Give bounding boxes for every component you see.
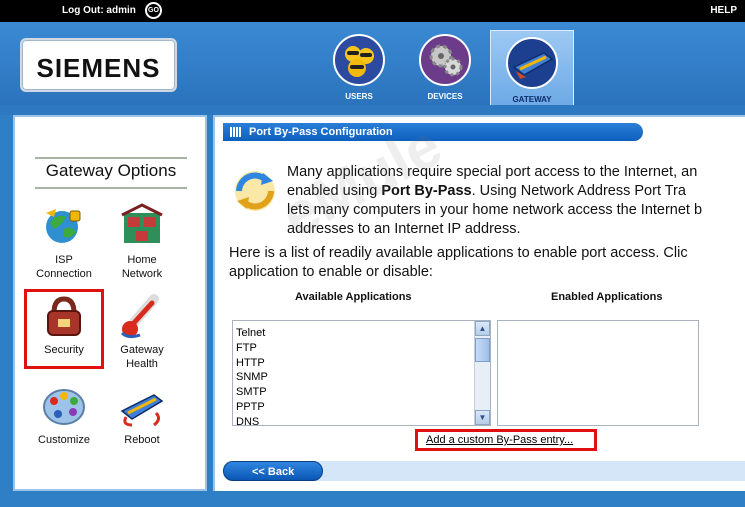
sidebar-item-security[interactable]: Security: [27, 293, 101, 357]
brand-name: SIEMENS: [36, 53, 161, 83]
available-applications-header: Available Applications: [295, 291, 412, 303]
tab-devices[interactable]: DEVICES: [406, 32, 484, 102]
section-title: Port By-Pass Configuration: [249, 126, 393, 138]
brand-logo: SIEMENS: [20, 38, 177, 92]
port-bypass-term: Port By-Pass: [381, 183, 472, 199]
gateway-icon: [506, 37, 558, 89]
app-list-item[interactable]: DNS: [236, 415, 268, 430]
isp-connection-icon: [40, 203, 88, 251]
app-list-item[interactable]: SMTP: [236, 385, 268, 400]
intro-text-line: lets many computers in your home network…: [287, 202, 703, 218]
list-intro-line: Here is a list of readily available appl…: [229, 245, 688, 261]
sidebar-item-home-network[interactable]: Home Network: [105, 203, 179, 281]
back-button[interactable]: << Back: [223, 461, 323, 481]
header: SIEMENS USERS DEVICES GATEWAY: [0, 22, 745, 110]
scroll-thumb[interactable]: [475, 338, 490, 362]
tab-users-label: USERS: [345, 92, 373, 101]
sidebar-item-label: Health: [126, 358, 158, 370]
main-content: Port By-Pass Configuration Many applicat…: [213, 115, 745, 491]
app-list-item[interactable]: Telnet: [236, 326, 268, 341]
reboot-icon: [118, 383, 166, 431]
intro-text-line: Many applications require special port a…: [287, 164, 698, 180]
devices-icon: [419, 34, 471, 86]
header-stripe: [0, 105, 745, 115]
port-bypass-icon: [229, 169, 281, 213]
users-icon: [333, 34, 385, 86]
sidebar-item-label: Network: [121, 268, 163, 280]
top-bar: Log Out: admin GO HELP: [0, 0, 745, 22]
sidebar-item-isp-connection[interactable]: ISP Connection: [27, 203, 101, 281]
section-title-bar: Port By-Pass Configuration: [223, 123, 643, 141]
home-network-icon: [118, 203, 166, 251]
logout-text[interactable]: Log Out: admin: [62, 5, 136, 16]
available-apps: Telnet FTP HTTP SNMP SMTP PPTP DNS: [236, 326, 268, 430]
tab-devices-label: DEVICES: [427, 92, 463, 101]
scroll-down-icon[interactable]: ▼: [475, 410, 490, 425]
list-scrollbar[interactable]: ▲ ▼: [474, 321, 490, 425]
sidebar-item-label: Customize: [38, 434, 90, 446]
sidebar-item-label: Gateway: [120, 344, 164, 356]
list-intro-line: application to enable or disable:: [229, 264, 433, 280]
available-applications-list[interactable]: Telnet FTP HTTP SNMP SMTP PPTP DNS ▲ ▼: [232, 320, 491, 428]
go-button[interactable]: GO: [145, 2, 162, 19]
bars-icon: [230, 127, 242, 137]
sidebar-item-customize[interactable]: Customize: [27, 383, 101, 447]
help-link[interactable]: HELP: [710, 5, 737, 16]
sidebar-item-label: Home: [127, 254, 157, 266]
tab-users[interactable]: USERS: [320, 32, 398, 102]
tab-gateway-label: GATEWAY: [512, 95, 552, 104]
app-list-item[interactable]: HTTP: [236, 356, 268, 371]
add-custom-bypass-link[interactable]: Add a custom By-Pass entry...: [426, 434, 573, 446]
app-list-item[interactable]: SNMP: [236, 370, 268, 385]
sidebar-item-label: ISP: [55, 254, 73, 266]
sidebar-item-label: Connection: [36, 268, 92, 280]
scroll-up-icon[interactable]: ▲: [475, 321, 490, 336]
sidebar-item-label: Security: [44, 344, 84, 356]
security-lock-icon: [40, 293, 88, 341]
sidebar: Gateway Options ISP Connection Home Netw…: [13, 115, 207, 491]
palette-icon: [40, 383, 88, 431]
sidebar-title: Gateway Options: [35, 161, 187, 189]
sidebar-item-label: Reboot: [124, 434, 160, 446]
sidebar-title-divider: [35, 157, 187, 159]
enabled-applications-header: Enabled Applications: [551, 291, 663, 303]
app-list-item[interactable]: PPTP: [236, 400, 268, 415]
thermometer-icon: [118, 293, 166, 341]
intro-text-line: enabled using Port By-Pass. Using Networ…: [287, 183, 686, 199]
app-list-item[interactable]: FTP: [236, 341, 268, 356]
intro-text-line: addresses to an Internet IP address.: [287, 221, 521, 237]
enabled-applications-list[interactable]: [497, 320, 699, 426]
sidebar-item-gateway-health[interactable]: Gateway Health: [105, 293, 179, 371]
sidebar-item-reboot[interactable]: Reboot: [105, 383, 179, 447]
tab-gateway[interactable]: GATEWAY: [490, 30, 574, 110]
